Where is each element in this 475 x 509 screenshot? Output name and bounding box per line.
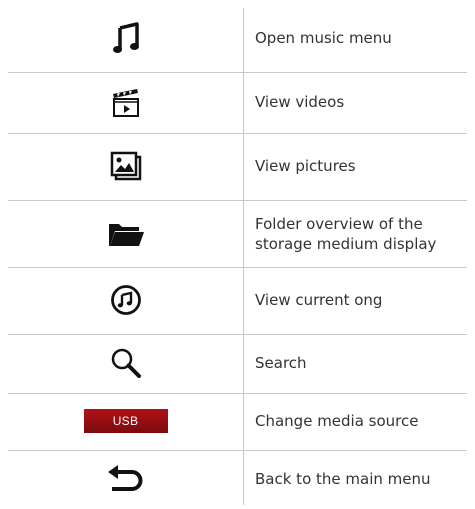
row-search: Search [8,335,467,391]
row-back: Back to the main menu [8,451,467,507]
icon-cell [8,201,243,266]
row-label: View pictures [255,157,356,175]
row-label: View current ong [255,291,383,309]
icon-cell [8,73,243,131]
row-label: Open music menu [255,29,392,47]
row-folder: Folder overview of the storage medium di… [8,201,467,266]
row-label: Folder overview of the storage medium di… [255,214,437,253]
usb-source-icon: USB [83,409,168,433]
row-current-song: View current ong [8,268,467,332]
row-music: Open music menu [8,6,467,70]
current-song-icon [110,285,141,315]
icon-cell [8,134,243,198]
music-note-icon [112,22,139,53]
icon-cell: USB [8,394,243,448]
row-label: Back to the main menu [255,470,431,488]
row-media-source: USB Change media source [8,394,467,448]
icon-legend-table: Open music menu View videos View picture… [0,0,475,509]
row-videos: View videos [8,73,467,131]
video-clapperboard-icon [112,89,139,117]
row-label: View videos [255,93,345,111]
pictures-icon [110,151,141,181]
row-label: Search [255,354,307,372]
icon-cell [8,451,243,507]
row-pictures: View pictures [8,134,467,198]
icon-cell [8,335,243,391]
icon-cell [8,268,243,332]
row-label: Change media source [255,412,419,430]
icon-cell [8,6,243,70]
search-icon [111,348,141,378]
back-arrow-icon [107,465,142,491]
folder-icon [108,223,144,246]
